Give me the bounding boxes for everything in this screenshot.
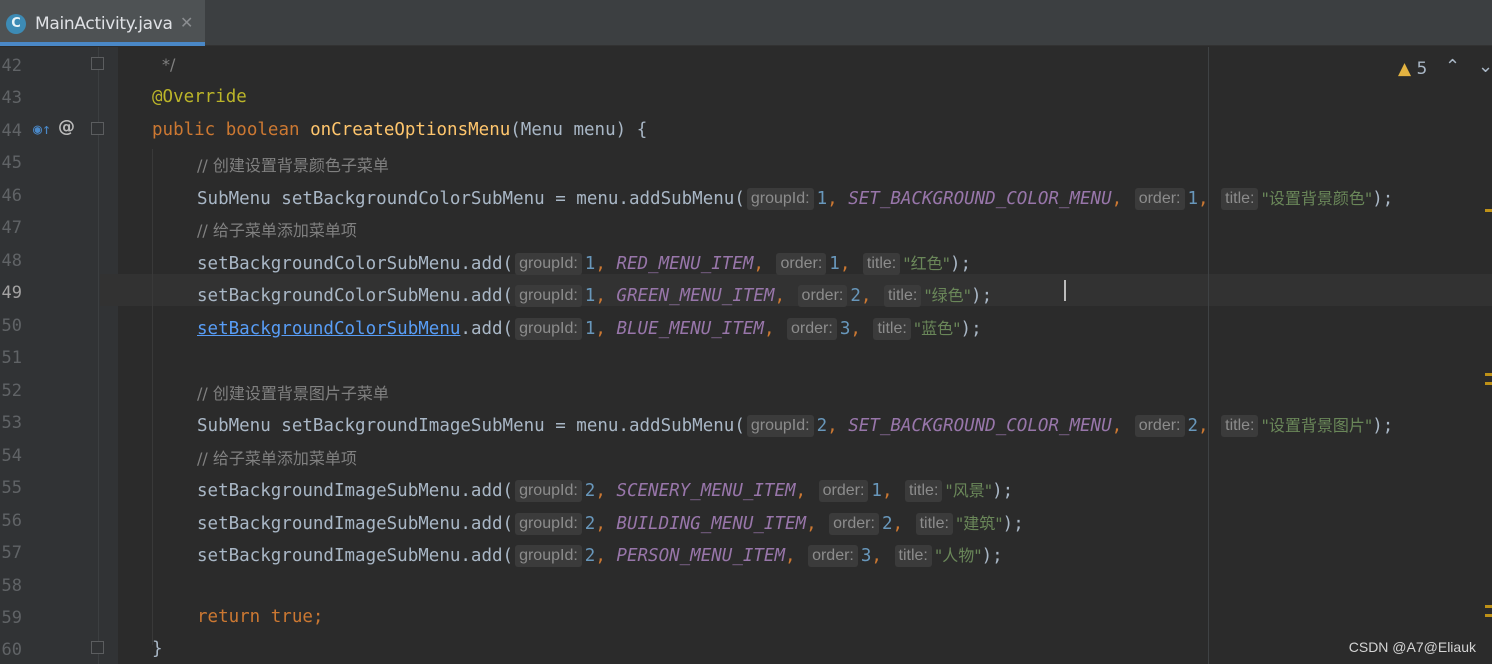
annotation-icon[interactable]: @ (58, 117, 75, 137)
code-line-46: SubMenu setBackgroundColorSubMenu = menu… (197, 188, 1394, 210)
param-hint: groupId: (515, 513, 582, 535)
param-hint: groupId: (515, 318, 582, 340)
param-hint: groupId: (515, 253, 582, 275)
line-number: 56 (1, 511, 22, 531)
param-hint: title: (1221, 415, 1259, 437)
code-line-48: setBackgroundColorSubMenu.add(groupId: 1,… (197, 253, 972, 275)
param-hint: title: (905, 480, 943, 502)
code-line-52: // 创建设置背景图片子菜单 (197, 384, 389, 403)
line-number: 42 (1, 56, 22, 76)
warning-icon: ▲ (1398, 59, 1412, 79)
param-hint: order: (787, 318, 837, 340)
param-hint: groupId: (515, 285, 582, 307)
line-number: 43 (1, 88, 22, 108)
code-line-56: setBackgroundImageSubMenu.add(groupId: 2,… (197, 513, 1024, 535)
fold-marker-icon[interactable] (91, 641, 104, 654)
code-editor[interactable]: 42 43 44 45 46 47 48 49 50 51 52 53 54 55 56 57 58 59 60 ◉… (0, 47, 1492, 664)
line-number: 55 (1, 478, 22, 498)
line-number: 59 (1, 608, 22, 628)
param-hint: order: (797, 285, 848, 307)
line-number: 49 (1, 283, 22, 303)
code-line-50: setBackgroundColorSubMenu.add(groupId: 1,… (197, 318, 982, 340)
error-stripe-marker[interactable] (1485, 373, 1492, 376)
indent-guide (152, 149, 153, 645)
param-hint: groupId: (746, 188, 814, 210)
code-line-47: // 给子菜单添加菜单项 (197, 221, 357, 240)
chevron-down-icon[interactable]: ⌄ (1478, 56, 1492, 77)
param-hint: order: (829, 513, 879, 535)
error-stripe-marker[interactable] (1485, 382, 1492, 385)
error-stripe-marker[interactable] (1485, 614, 1492, 617)
line-number: 57 (1, 543, 22, 563)
code-line-49: setBackgroundColorSubMenu.add(groupId: 1,… (197, 285, 993, 307)
line-number: 50 (1, 316, 22, 336)
code-line-45: // 创建设置背景颜色子菜单 (197, 156, 389, 175)
param-hint: title: (894, 545, 932, 567)
tab-label: MainActivity.java (35, 14, 173, 34)
param-hint: title: (1221, 188, 1259, 210)
code-line-54: // 给子菜单添加菜单项 (197, 449, 357, 468)
line-number: 53 (1, 413, 22, 433)
line-number: 52 (1, 381, 22, 401)
override-method-icon[interactable]: ◉↑ (33, 120, 51, 138)
param-hint: order: (808, 545, 858, 567)
line-number: 48 (1, 251, 22, 271)
close-icon[interactable]: ✕ (180, 13, 193, 32)
fold-marker-icon[interactable] (91, 57, 104, 70)
code-line-43: @Override (152, 87, 247, 107)
line-number: 60 (1, 640, 22, 660)
param-hint: groupId: (515, 480, 582, 502)
param-hint: order: (818, 480, 869, 502)
right-margin-guide (1208, 47, 1209, 664)
param-hint: order: (776, 253, 827, 275)
param-hint: order: (1134, 188, 1185, 210)
code-line-57: setBackgroundImageSubMenu.add(groupId: 2,… (197, 545, 1003, 567)
line-number: 58 (1, 576, 22, 596)
line-number: 47 (1, 218, 22, 238)
line-number: 45 (1, 153, 22, 173)
param-hint: title: (915, 513, 953, 535)
error-stripe-marker[interactable] (1485, 605, 1492, 608)
java-class-icon: C (6, 14, 26, 34)
line-number: 44 (1, 121, 22, 141)
line-number: 46 (1, 186, 22, 206)
chevron-up-icon[interactable]: ⌃ (1445, 56, 1460, 77)
line-number: 54 (1, 446, 22, 466)
code-line-42: */ (162, 55, 176, 74)
code-line-55: setBackgroundImageSubMenu.add(groupId: 2,… (197, 480, 1014, 502)
param-hint: title: (862, 253, 901, 275)
text-cursor (1064, 280, 1066, 301)
line-number: 51 (1, 348, 22, 368)
param-hint: groupId: (515, 545, 582, 567)
warning-count: 5 (1416, 59, 1428, 79)
code-line-60: } (152, 639, 163, 659)
error-stripe-marker[interactable] (1485, 209, 1492, 212)
fold-marker-icon[interactable] (91, 122, 104, 135)
param-hint: title: (883, 285, 922, 307)
inspection-widget[interactable]: ▲ 5 (1398, 59, 1427, 79)
param-hint: groupId: (746, 415, 814, 437)
tab-mainactivity[interactable]: C MainActivity.java ✕ (0, 0, 205, 46)
variable-link[interactable]: setBackgroundColorSubMenu (197, 319, 460, 339)
code-line-59: return true; (197, 607, 324, 627)
editor-tab-bar: C MainActivity.java ✕ (0, 0, 1492, 46)
param-hint: title: (873, 318, 911, 340)
param-hint: order: (1134, 415, 1185, 437)
fold-divider (98, 47, 99, 664)
code-line-44: public boolean onCreateOptionsMenu(Menu … (152, 120, 648, 140)
code-line-53: SubMenu setBackgroundImageSubMenu = menu… (197, 415, 1394, 437)
watermark: CSDN @A7@Eliauk (1348, 639, 1476, 655)
